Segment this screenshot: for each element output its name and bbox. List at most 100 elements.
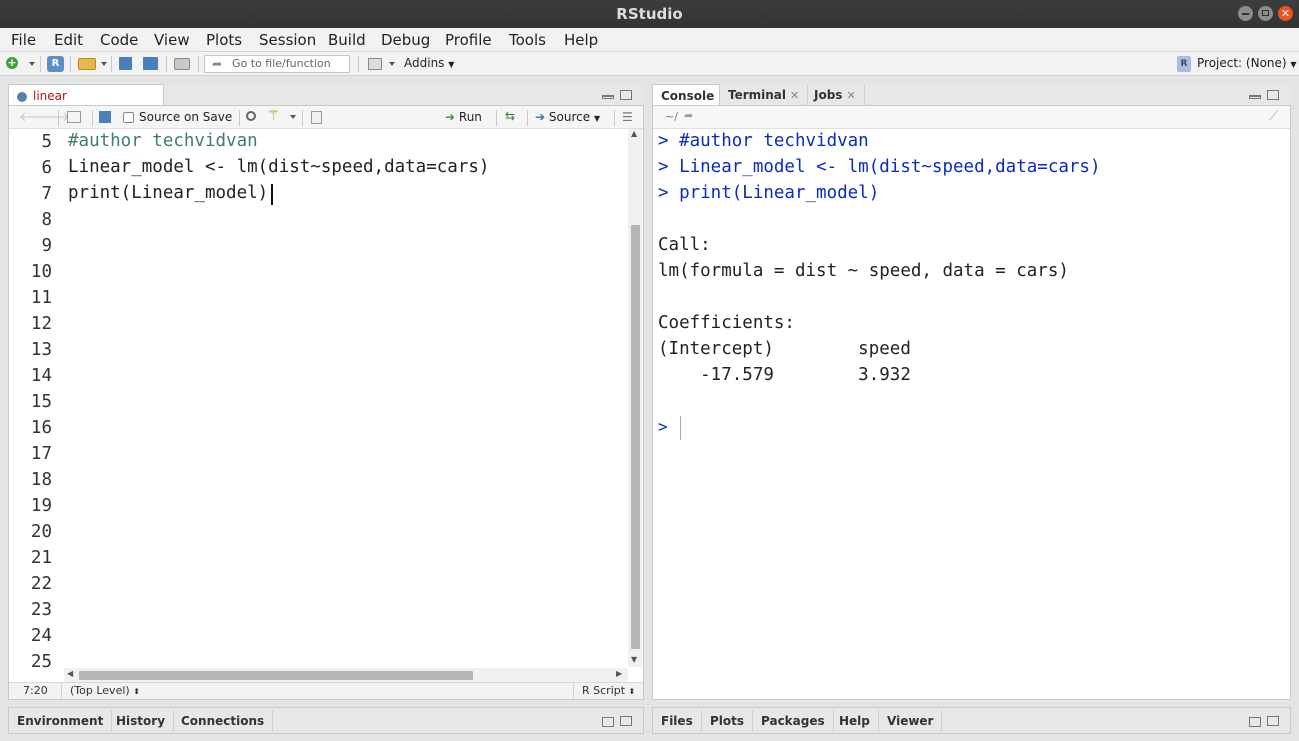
compile-report-icon[interactable] [311, 111, 322, 124]
console-tabstrip: Console Terminal ✕ Jobs ✕ [652, 84, 1291, 106]
console-cursor [680, 416, 681, 440]
new-project-icon[interactable]: R [47, 56, 64, 72]
menu-profile[interactable]: Profile [445, 31, 492, 49]
maximize-pane-icon[interactable] [620, 90, 632, 100]
menu-debug[interactable]: Debug [381, 31, 430, 49]
rerun-icon[interactable]: ⇆ [505, 109, 515, 123]
line-number: 24 [30, 626, 52, 646]
restore-pane-icon[interactable] [1249, 717, 1261, 727]
new-file-icon[interactable]: + [6, 57, 18, 69]
tab-console[interactable]: Console [652, 84, 720, 106]
menu-file[interactable]: File [11, 31, 36, 49]
goto-directory-icon[interactable]: ➦ [684, 109, 693, 122]
text-cursor [271, 184, 273, 205]
line-number: 9 [41, 236, 52, 256]
menu-view[interactable]: View [154, 31, 190, 49]
console-line: > Linear_model <- lm(dist~speed,data=car… [658, 157, 1101, 177]
console-path-bar: ~/ ➦ ⟋ [653, 106, 1290, 129]
console-line: -17.579 3.932 [658, 365, 911, 385]
minimize-button[interactable] [1238, 6, 1253, 21]
menu-code[interactable]: Code [100, 31, 138, 49]
console-line: Call: [658, 235, 711, 255]
menu-edit[interactable]: Edit [54, 31, 83, 49]
menu-tools[interactable]: Tools [509, 31, 546, 49]
console-line: lm(formula = dist ~ speed, data = cars) [658, 261, 1069, 281]
dropdown-arrow-icon[interactable] [389, 62, 395, 66]
line-number: 17 [30, 444, 52, 464]
scrollbar-thumb[interactable] [631, 225, 640, 649]
search-icon[interactable] [246, 111, 256, 121]
filetype-selector[interactable]: R Script ⬍ [582, 684, 635, 697]
source-button[interactable]: ➔ Source ▼ [535, 110, 600, 124]
tab-history[interactable]: History [108, 710, 175, 732]
tab-viewer[interactable]: Viewer [879, 710, 943, 732]
editor-vertical-scrollbar[interactable]: ▲ ▼ [628, 129, 642, 667]
scrollbar-thumb[interactable] [79, 671, 473, 680]
save-icon[interactable] [99, 111, 111, 123]
tab-jobs[interactable]: Jobs ✕ [806, 84, 865, 106]
close-button[interactable]: ✕ [1278, 6, 1293, 21]
tab-terminal[interactable]: Terminal ✕ [720, 84, 809, 106]
forward-arrow-icon[interactable]: 🡒 [35, 109, 70, 125]
run-button[interactable]: ➜ Run [445, 110, 482, 124]
menu-help[interactable]: Help [564, 31, 598, 49]
line-number: 18 [30, 470, 52, 490]
line-number: 16 [30, 418, 52, 438]
close-tab-icon[interactable]: ✕ [846, 89, 855, 102]
menu-session[interactable]: Session [259, 31, 316, 49]
cursor-position: 7:20 [23, 684, 48, 697]
source-on-save-checkbox[interactable] [123, 112, 134, 123]
line-number: 21 [30, 548, 52, 568]
addins-menu[interactable]: Addins ▼ [404, 56, 454, 70]
show-in-window-icon[interactable] [67, 111, 81, 123]
pane-layout-icon[interactable] [368, 58, 382, 70]
goto-file-input[interactable]: ➦ Go to file/function [204, 55, 350, 73]
line-number: 14 [30, 366, 52, 386]
console-prompt: > [658, 417, 668, 436]
open-folder-icon[interactable] [78, 58, 96, 70]
close-tab-icon[interactable]: ✕ [790, 89, 799, 102]
clear-console-icon[interactable]: ⟋ [1269, 109, 1278, 124]
line-number: 7 [41, 184, 52, 204]
window-titlebar: RStudio ✕ [0, 0, 1299, 28]
print-icon[interactable] [174, 58, 190, 70]
source-arrow-icon: ➔ [535, 110, 546, 124]
dropdown-arrow-icon[interactable] [101, 62, 107, 66]
goto-arrow-icon: ➦ [212, 57, 223, 71]
line-number: 13 [30, 340, 52, 360]
menu-plots[interactable]: Plots [206, 31, 242, 49]
editor-toolbar: 🡐 🡒 Source on Save ⚚ ➜ Run ⇆ ➔ Source ▼ … [9, 106, 643, 129]
scope-selector[interactable]: (Top Level) ⬍ [70, 684, 140, 697]
editor-horizontal-scrollbar[interactable]: ◀ ▶ [64, 668, 628, 682]
run-arrow-icon: ➜ [445, 110, 456, 124]
code-line-model: Linear_model <- lm(dist~speed,data=cars) [68, 157, 490, 177]
tab-files[interactable]: Files [653, 710, 702, 732]
line-number: 15 [30, 392, 52, 412]
minimize-pane-icon[interactable] [1249, 95, 1261, 99]
restore-pane-icon[interactable] [602, 717, 614, 727]
maximize-pane-icon[interactable] [1267, 90, 1279, 100]
line-number: 10 [30, 262, 52, 282]
magic-wand-icon[interactable]: ⚚ [267, 108, 280, 124]
tab-environment[interactable]: Environment [9, 710, 113, 732]
dropdown-arrow-icon[interactable] [29, 62, 35, 66]
project-icon: R [1177, 56, 1191, 72]
tab-help[interactable]: Help [831, 710, 879, 732]
maximize-pane-icon[interactable] [1267, 716, 1279, 726]
dropdown-arrow-icon[interactable] [290, 115, 296, 119]
tab-packages[interactable]: Packages [753, 710, 834, 732]
save-all-icon[interactable] [143, 57, 158, 70]
project-menu[interactable]: Project: (None) ▼ [1197, 56, 1297, 70]
document-outline-icon[interactable]: ☰ [622, 110, 633, 124]
maximize-button[interactable] [1258, 6, 1273, 21]
console-line: > #author techvidvan [658, 131, 869, 151]
maximize-pane-icon[interactable] [620, 716, 632, 726]
source-on-save-label: Source on Save [139, 110, 233, 124]
tab-linear-regression[interactable]: linear regression.r*✕ [8, 84, 164, 125]
save-icon[interactable] [119, 57, 132, 70]
console-line: (Intercept) speed [658, 339, 911, 359]
tab-connections[interactable]: Connections [173, 710, 274, 732]
menu-build[interactable]: Build [328, 31, 366, 49]
minimize-pane-icon[interactable] [602, 95, 614, 99]
tab-plots[interactable]: Plots [702, 710, 754, 732]
